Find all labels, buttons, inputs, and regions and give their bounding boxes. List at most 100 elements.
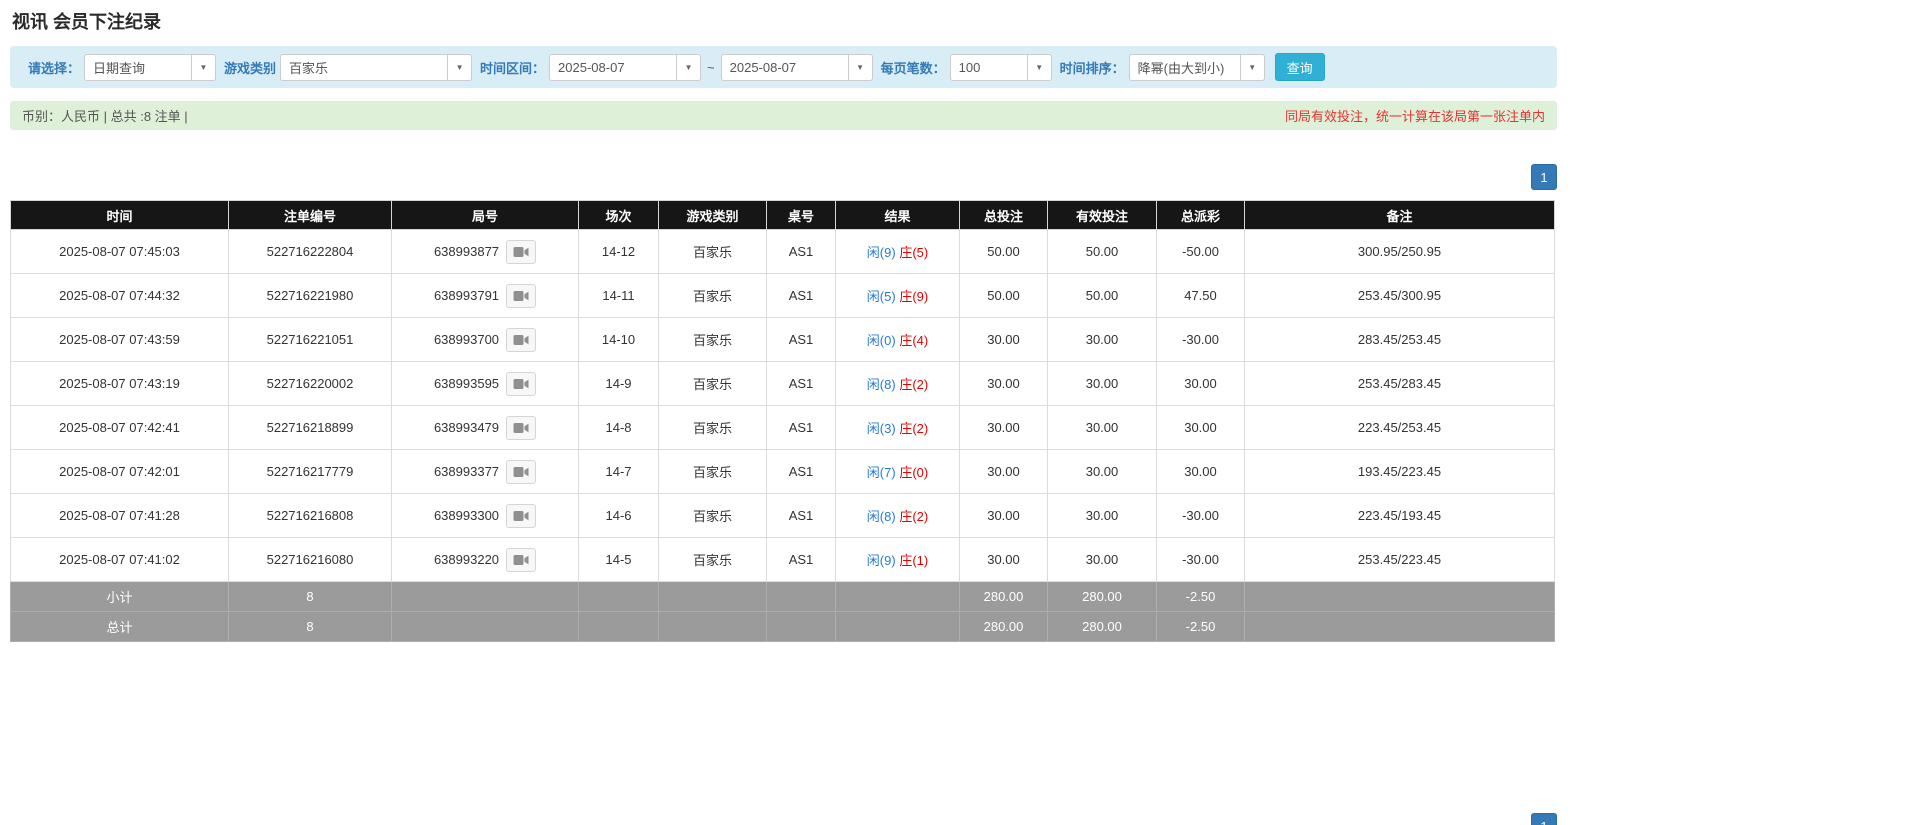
cell-table-no: AS1 bbox=[767, 406, 836, 450]
cell-valid-bet: 30.00 bbox=[1048, 494, 1157, 538]
cell-valid-bet: 30.00 bbox=[1048, 538, 1157, 582]
pagination-top: 1 bbox=[10, 164, 1557, 190]
cell-session: 14-10 bbox=[579, 318, 659, 362]
filter-bar: 请选择： ▼ 游戏类别 ▼ 时间区间： ▼ ~ ▼ 每页笔数： ▼ 时间排序： … bbox=[10, 46, 1557, 88]
cell-result: 闲(8) 庄(2) bbox=[836, 362, 960, 406]
cell-bet-id: 522716217779 bbox=[229, 450, 392, 494]
date-to-dropdown-button[interactable]: ▼ bbox=[849, 54, 873, 81]
sort-order-label: 时间排序： bbox=[1060, 58, 1125, 77]
page-size-input[interactable] bbox=[950, 54, 1028, 81]
cell-table-no: AS1 bbox=[767, 450, 836, 494]
video-replay-button[interactable] bbox=[506, 328, 536, 352]
page-number-button[interactable]: 1 bbox=[1531, 813, 1557, 825]
select-mode-input[interactable] bbox=[84, 54, 192, 81]
video-replay-button[interactable] bbox=[506, 504, 536, 528]
game-type-input[interactable] bbox=[280, 54, 448, 81]
date-from-input[interactable] bbox=[549, 54, 677, 81]
cell-total-bet[interactable]: 30.00 bbox=[960, 538, 1048, 582]
result-banker: 庄(2) bbox=[899, 509, 928, 524]
cell-session: 14-12 bbox=[579, 230, 659, 274]
cell-session: 14-8 bbox=[579, 406, 659, 450]
cell-game-type: 百家乐 bbox=[659, 362, 767, 406]
cell-result: 闲(5) 庄(9) bbox=[836, 274, 960, 318]
page-number-button[interactable]: 1 bbox=[1531, 164, 1557, 190]
video-camera-icon bbox=[513, 378, 529, 390]
cell-time: 2025-08-07 07:45:03 bbox=[11, 230, 229, 274]
total-label: 总计 bbox=[11, 612, 229, 642]
cell-total-bet[interactable]: 30.00 bbox=[960, 406, 1048, 450]
cell-round: 638993700 bbox=[392, 318, 579, 362]
time-range-label: 时间区间： bbox=[480, 58, 545, 77]
cell-table-no: AS1 bbox=[767, 230, 836, 274]
header-round: 局号 bbox=[392, 201, 579, 230]
video-replay-button[interactable] bbox=[506, 416, 536, 440]
cell-valid-bet: 30.00 bbox=[1048, 362, 1157, 406]
round-number: 638993877 bbox=[434, 244, 499, 259]
cell-remark: 223.45/193.45 bbox=[1245, 494, 1555, 538]
result-banker: 庄(1) bbox=[899, 553, 928, 568]
video-camera-icon bbox=[513, 466, 529, 478]
date-to-input[interactable] bbox=[721, 54, 849, 81]
cell-result: 闲(9) 庄(1) bbox=[836, 538, 960, 582]
result-banker: 庄(4) bbox=[899, 333, 928, 348]
total-valid-bet: 280.00 bbox=[1048, 612, 1157, 642]
game-type-dropdown-button[interactable]: ▼ bbox=[448, 54, 472, 81]
search-button[interactable]: 查询 bbox=[1275, 53, 1325, 81]
cell-total-bet[interactable]: 30.00 bbox=[960, 450, 1048, 494]
video-camera-icon bbox=[513, 422, 529, 434]
cell-game-type: 百家乐 bbox=[659, 406, 767, 450]
cell-total-bet[interactable]: 50.00 bbox=[960, 230, 1048, 274]
cell-time: 2025-08-07 07:43:19 bbox=[11, 362, 229, 406]
cell-bet-id: 522716216080 bbox=[229, 538, 392, 582]
table-row: 2025-08-07 07:43:19 522716220002 6389935… bbox=[11, 362, 1555, 406]
cell-session: 14-9 bbox=[579, 362, 659, 406]
video-replay-button[interactable] bbox=[506, 548, 536, 572]
cell-valid-bet: 30.00 bbox=[1048, 318, 1157, 362]
cell-round: 638993220 bbox=[392, 538, 579, 582]
cell-table-no: AS1 bbox=[767, 274, 836, 318]
video-replay-button[interactable] bbox=[506, 240, 536, 264]
result-banker: 庄(9) bbox=[899, 289, 928, 304]
sort-order-dropdown-button[interactable]: ▼ bbox=[1241, 54, 1265, 81]
cell-total-bet[interactable]: 50.00 bbox=[960, 274, 1048, 318]
video-camera-icon bbox=[513, 510, 529, 522]
cell-total-bet[interactable]: 30.00 bbox=[960, 318, 1048, 362]
cell-payout: 47.50 bbox=[1157, 274, 1245, 318]
sort-order-input[interactable] bbox=[1129, 54, 1241, 81]
select-mode-label: 请选择： bbox=[28, 58, 80, 77]
header-session: 场次 bbox=[579, 201, 659, 230]
round-number: 638993220 bbox=[434, 552, 499, 567]
select-mode-dropdown-button[interactable]: ▼ bbox=[192, 54, 216, 81]
video-replay-button[interactable] bbox=[506, 284, 536, 308]
date-from-combo: ▼ bbox=[549, 54, 701, 81]
cell-total-bet[interactable]: 30.00 bbox=[960, 494, 1048, 538]
cell-bet-id: 522716216808 bbox=[229, 494, 392, 538]
cell-valid-bet: 50.00 bbox=[1048, 274, 1157, 318]
cell-valid-bet: 30.00 bbox=[1048, 406, 1157, 450]
pagination-bottom: 1 bbox=[10, 813, 1557, 825]
cell-time: 2025-08-07 07:42:01 bbox=[11, 450, 229, 494]
content-area: 视讯 会员下注纪录 请选择： ▼ 游戏类别 ▼ 时间区间： ▼ ~ ▼ 每页笔数… bbox=[10, 0, 1557, 825]
date-from-dropdown-button[interactable]: ▼ bbox=[677, 54, 701, 81]
header-table-no: 桌号 bbox=[767, 201, 836, 230]
select-mode-combo: ▼ bbox=[84, 54, 216, 81]
cell-result: 闲(0) 庄(4) bbox=[836, 318, 960, 362]
round-number: 638993479 bbox=[434, 420, 499, 435]
video-replay-button[interactable] bbox=[506, 460, 536, 484]
page-size-dropdown-button[interactable]: ▼ bbox=[1028, 54, 1052, 81]
round-number: 638993377 bbox=[434, 464, 499, 479]
cell-game-type: 百家乐 bbox=[659, 494, 767, 538]
cell-session: 14-11 bbox=[579, 274, 659, 318]
video-camera-icon bbox=[513, 334, 529, 346]
round-number: 638993791 bbox=[434, 288, 499, 303]
cell-table-no: AS1 bbox=[767, 318, 836, 362]
result-player: 闲(9) bbox=[867, 553, 896, 568]
cell-remark: 253.45/283.45 bbox=[1245, 362, 1555, 406]
cell-bet-id: 522716222804 bbox=[229, 230, 392, 274]
cell-round: 638993300 bbox=[392, 494, 579, 538]
cell-total-bet[interactable]: 30.00 bbox=[960, 362, 1048, 406]
date-to-combo: ▼ bbox=[721, 54, 873, 81]
subtotal-label: 小计 bbox=[11, 582, 229, 612]
result-banker: 庄(2) bbox=[899, 377, 928, 392]
video-replay-button[interactable] bbox=[506, 372, 536, 396]
